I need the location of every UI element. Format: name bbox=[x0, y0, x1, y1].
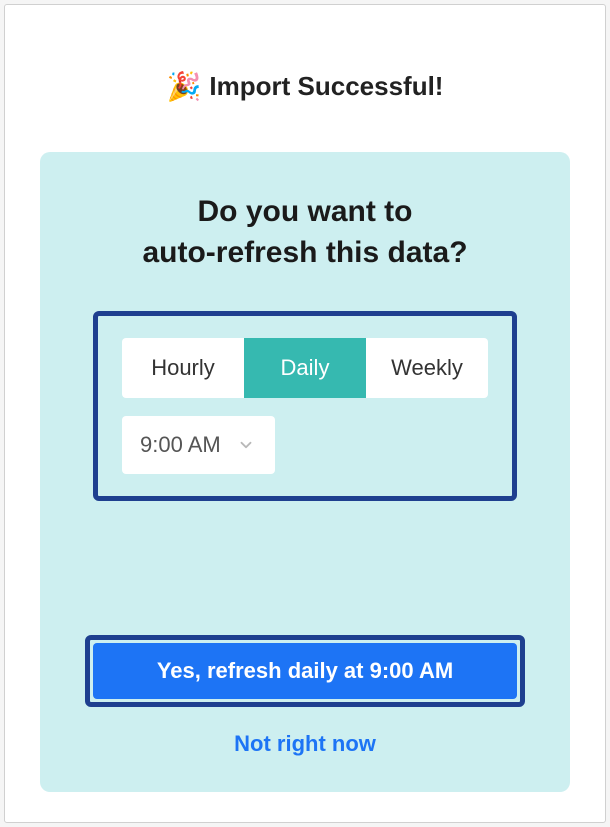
confirm-button-label: Yes, refresh daily at 9:00 AM bbox=[157, 658, 453, 684]
card-heading-line1: Do you want to bbox=[198, 195, 413, 228]
frequency-segmented-control: Hourly Daily Weekly bbox=[122, 338, 488, 398]
party-popper-icon: 🎉 bbox=[167, 73, 202, 101]
not-now-label: Not right now bbox=[234, 731, 376, 756]
frequency-label-weekly: Weekly bbox=[391, 355, 463, 381]
frequency-label-hourly: Hourly bbox=[151, 355, 215, 381]
auto-refresh-card: Do you want to auto-refresh this data? H… bbox=[40, 152, 570, 792]
time-select-value: 9:00 AM bbox=[140, 432, 221, 458]
confirm-section: Yes, refresh daily at 9:00 AM Not right … bbox=[85, 635, 525, 757]
not-now-link[interactable]: Not right now bbox=[85, 731, 525, 757]
confirm-button-highlight: Yes, refresh daily at 9:00 AM bbox=[85, 635, 525, 707]
frequency-label-daily: Daily bbox=[281, 355, 330, 381]
frequency-controls-highlight: Hourly Daily Weekly 9:00 AM bbox=[93, 311, 517, 501]
dialog-title-row: 🎉 Import Successful! bbox=[40, 71, 570, 102]
frequency-option-weekly[interactable]: Weekly bbox=[366, 338, 488, 398]
background-ghost-text bbox=[40, 15, 570, 33]
spacer bbox=[85, 501, 525, 593]
frequency-option-hourly[interactable]: Hourly bbox=[122, 338, 244, 398]
chevron-down-icon bbox=[237, 436, 255, 454]
time-select[interactable]: 9:00 AM bbox=[122, 416, 275, 474]
dialog-title: Import Successful! bbox=[209, 71, 443, 102]
frequency-option-daily[interactable]: Daily bbox=[244, 338, 366, 398]
card-heading: Do you want to auto-refresh this data? bbox=[85, 192, 525, 273]
dialog-frame: 🎉 Import Successful! Do you want to auto… bbox=[4, 4, 606, 823]
card-heading-line2: auto-refresh this data? bbox=[142, 236, 467, 269]
confirm-refresh-button[interactable]: Yes, refresh daily at 9:00 AM bbox=[93, 643, 517, 699]
